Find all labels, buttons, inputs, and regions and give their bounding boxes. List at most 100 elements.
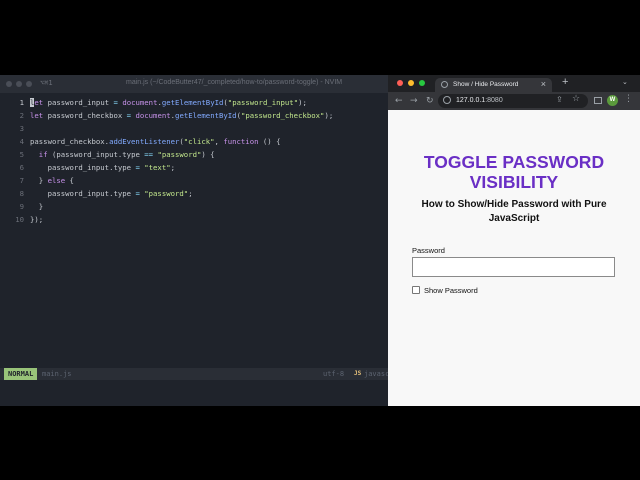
profile-avatar[interactable]: W [607,95,618,106]
page-title-line-1: TOGGLE PASSWORD [423,152,605,172]
show-password-checkbox[interactable] [412,286,420,294]
tab-search-icon[interactable]: ⌄ [622,78,628,86]
code-token: "click" [183,137,215,146]
star-icon[interactable]: ☆ [572,94,580,104]
password-input[interactable] [412,257,615,277]
code-text: } else { [30,174,74,187]
code-token: password_input.type [30,189,136,198]
code-token: getElementById [161,98,224,107]
tab-title: Show / Hide Password [453,81,519,88]
show-password-label[interactable]: Show Password [424,286,478,295]
code-token: if [38,150,48,159]
code-token: "password" [144,189,189,198]
code-line[interactable]: 8 password_input.type = "password"; [0,187,388,200]
line-number: 9 [19,202,24,211]
browser-window: Show / Hide Password × + ⌄ ← → ↻ 127.0.0… [388,75,640,406]
code-token: ); [298,98,307,107]
code-line[interactable]: 1 let password_input = document.getElemen… [0,96,388,109]
zoom-window-button[interactable] [419,80,425,86]
code-token: getElementById [175,111,237,120]
code-text: password_input.type = "text"; [30,161,175,174]
zoom-window-dot[interactable] [26,81,32,87]
browser-toolbar: ← → ↻ 127.0.0.1:8080 ⇪ ☆ W ⋮ [388,92,640,110]
code-text: password_checkbox.addEventListener("clic… [30,135,280,148]
minimize-window-button[interactable] [408,80,414,86]
page-subtitle: How to Show/Hide Password with Pure Java… [421,199,607,224]
minimize-window-dot[interactable] [16,81,22,87]
code-token: addEventListener [109,137,180,146]
terminal-titlebar: ⌥⌘1 main.js (~/CodeButter47/_completed/h… [0,75,388,93]
code-token: password_checkbox. [30,137,110,146]
code-text: let password_checkbox = document.getElem… [30,109,333,122]
code-token: password_input [43,98,114,107]
globe-icon [441,81,448,88]
share-icon[interactable]: ⇪ [556,95,563,104]
code-token: "password_input" [227,98,299,107]
code-token: document [135,111,171,120]
tab-show-hide-password[interactable]: Show / Hide Password × [435,78,552,92]
nvim-window: ⌥⌘1 main.js (~/CodeButter47/_completed/h… [0,75,388,406]
line-number: 3 [19,124,24,133]
code-token: password_checkbox [43,111,127,120]
code-token: { [65,176,74,185]
code-token: "text" [144,163,171,172]
page-title: TOGGLE PASSWORD VISIBILITY [388,152,640,192]
reload-icon[interactable]: ↻ [426,95,434,107]
code-line[interactable]: 10}); [0,213,388,226]
code-editor[interactable]: 1 let password_input = document.getElemen… [0,96,388,226]
code-text: if (password_input.type == "password") { [30,148,215,161]
code-token: ; [170,163,176,172]
code-token: ) { [201,150,215,159]
code-token: else [47,176,66,185]
url-text[interactable]: 127.0.0.1:8080 [456,97,503,104]
status-encoding: utf-8 [323,370,345,378]
code-text: } [30,200,43,213]
code-token: } [30,202,44,211]
code-token: let [30,111,44,120]
code-line[interactable]: 6 password_input.type = "text"; [0,161,388,174]
web-page: TOGGLE PASSWORD VISIBILITY How to Show/H… [388,110,640,406]
code-text: }); [30,213,43,226]
code-line[interactable]: 2 let password_checkbox = document.getEle… [0,109,388,122]
code-token: ; [188,189,193,198]
site-info-icon[interactable] [443,96,451,104]
kebab-menu-icon[interactable]: ⋮ [624,94,633,104]
javascript-icon: JS [354,370,362,377]
line-number: 8 [19,189,24,198]
tab-bar: Show / Hide Password × + ⌄ [388,75,640,92]
code-token: password_input.type [30,163,136,172]
code-line[interactable]: 5 if (password_input.type == "password")… [0,148,388,161]
code-token: == [144,150,154,159]
code-token: "password_checkbox" [240,111,325,120]
password-label: Password [412,246,445,255]
line-number: 6 [19,163,24,172]
close-icon[interactable]: × [541,79,546,89]
code-token: () { [258,137,281,146]
code-text: let password_input = document.getElement… [30,96,307,109]
forward-arrow-icon[interactable]: → [410,95,418,107]
new-tab-button[interactable]: + [562,76,568,88]
code-token: ); [324,111,334,120]
back-arrow-icon[interactable]: ← [395,95,403,107]
code-token: et [34,98,44,107]
terminal-title: main.js (~/CodeButter47/_completed/how-t… [126,79,343,86]
code-line[interactable]: 9 } [0,200,388,213]
line-number: 5 [19,150,24,159]
code-token: (password_input.type [47,150,145,159]
line-number: 1 [19,98,24,107]
mode-indicator: NORMAL [4,368,38,380]
code-line[interactable]: 4 password_checkbox.addEventListener("cli… [0,135,388,148]
code-token: "password" [157,150,202,159]
code-token: }); [30,215,44,224]
address-bar[interactable]: 127.0.0.1:8080 ⇪ ☆ [438,94,588,108]
close-window-button[interactable] [397,80,403,86]
status-filename: main.js [42,370,72,378]
code-line[interactable]: 7 } else { [0,174,388,187]
side-panel-icon[interactable] [594,97,602,104]
code-line[interactable]: 3 [0,122,388,135]
page-title-line-2: VISIBILITY [469,172,559,192]
status-filetype: javascript [364,370,388,378]
code-token: function [223,137,259,146]
close-window-dot[interactable] [6,81,12,87]
